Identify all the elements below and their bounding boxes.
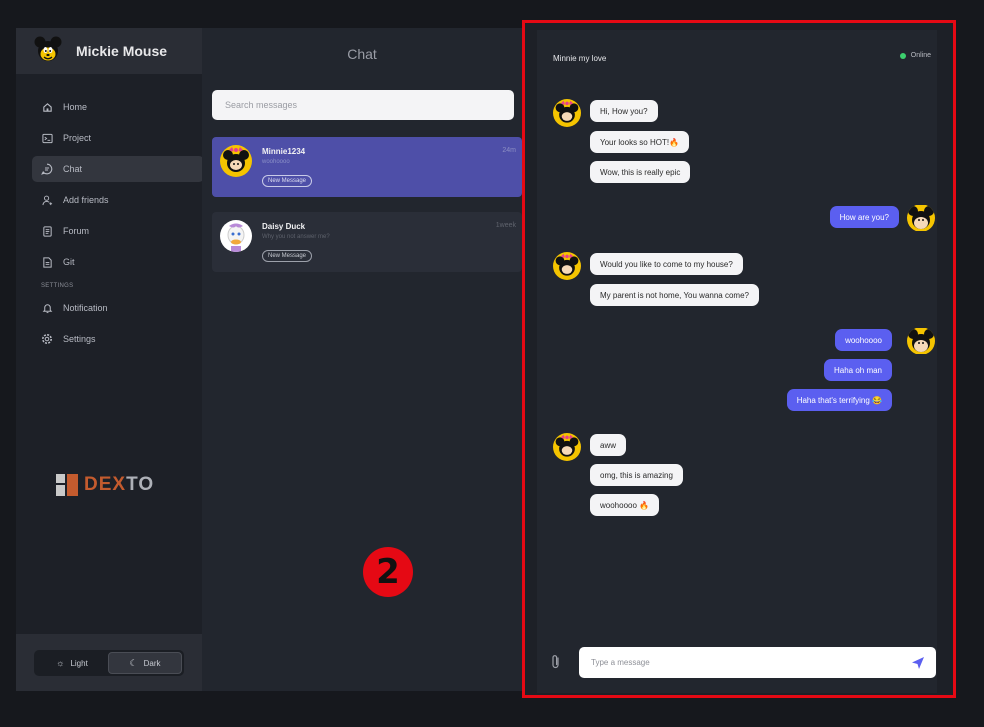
theme-toggle[interactable]: ☼ Light ☾ Dark (34, 650, 184, 676)
nav-item-label: Notification (63, 303, 108, 313)
moon-icon: ☾ (129, 657, 138, 668)
chat-bubble-icon (41, 163, 53, 175)
conversation-preview: Why you not answer me? (262, 234, 330, 240)
daisy-avatar-icon (220, 220, 252, 252)
theme-bar: ☼ Light ☾ Dark (16, 634, 202, 691)
nav-item-settings[interactable]: Settings (32, 326, 204, 352)
light-theme-button[interactable]: ☼ Light (36, 652, 108, 674)
nav-item-label: Project (63, 133, 92, 143)
chat-list: Chat Minnie1234 woohoooo 24m New Message… (202, 28, 522, 691)
nav-item-label: Git (63, 257, 75, 267)
chat-panel: Minnie my love Online Hi, How you? Your … (537, 30, 937, 693)
chat-list-title: Chat (347, 46, 377, 62)
dark-theme-button[interactable]: ☾ Dark (108, 652, 182, 674)
add-user-icon (41, 194, 53, 206)
message-bubble: Hi, How you? (590, 100, 658, 122)
message-bubble: aww (590, 434, 627, 456)
new-message-badge: New Message (262, 175, 313, 187)
nav-item-notification[interactable]: Notification (32, 295, 204, 321)
message-bubble-outgoing: Haha oh man (823, 359, 892, 381)
nav-item-label: Add friends (63, 195, 109, 205)
brand-name: DEXTO (84, 474, 155, 495)
status-indicator: Online (899, 52, 931, 59)
conversation-time: 1week (495, 222, 516, 229)
conversation-name: Minnie1234 (262, 147, 306, 156)
message-bubble: omg, this is amazing (590, 464, 683, 486)
brand-logo: DEXTO (56, 474, 154, 496)
attach-icon[interactable] (550, 654, 562, 670)
message-bubble: woohoooo 🔥 (590, 494, 660, 516)
bell-icon (41, 302, 53, 314)
nav-item-label: Home (63, 102, 88, 112)
light-theme-label: Light (70, 658, 88, 668)
nav-item-add-friends[interactable]: Add friends (32, 187, 204, 213)
minnie-avatar-icon (220, 145, 252, 177)
search-input[interactable] (212, 90, 514, 120)
sidebar: Mickie Mouse Home Project Chat Add frien… (16, 28, 204, 691)
dexto-logo-icon (56, 474, 78, 496)
profile-name: Mickie Mouse (76, 43, 168, 59)
nav-item-project[interactable]: Project (32, 125, 204, 151)
nav-item-label: Forum (63, 226, 90, 236)
send-icon[interactable] (910, 655, 926, 671)
message-bubble-outgoing: woohoooo (835, 329, 892, 351)
message-bubble-outgoing: Haha that's terrifying 😂 (786, 389, 892, 411)
main-nav: Home Project Chat Add friends Forum Git … (32, 94, 204, 357)
conversation-name: Daisy Duck (262, 222, 306, 231)
gear-icon (41, 333, 53, 345)
message-bubble: My parent is not home, You wanna come? (590, 284, 759, 306)
contact-name: Minnie my love (553, 54, 607, 63)
settings-section-label: SETTINGS (41, 283, 74, 289)
document-icon (41, 225, 53, 237)
minnie-avatar-icon (553, 252, 581, 280)
online-dot-icon (899, 52, 906, 59)
home-icon (41, 101, 53, 113)
message-bubble: Would you like to come to my house? (590, 253, 743, 275)
nav-item-git[interactable]: Git (32, 249, 204, 275)
conversation-item-minnie[interactable]: Minnie1234 woohoooo 24m New Message (212, 137, 522, 197)
chat-panel-highlight: Minnie my love Online Hi, How you? Your … (522, 20, 956, 698)
new-message-badge: New Message (262, 250, 313, 262)
profile-header[interactable]: Mickie Mouse (16, 28, 202, 74)
minnie-avatar-icon (553, 433, 581, 461)
sun-icon: ☼ (56, 658, 65, 668)
nav-item-label: Chat (63, 164, 83, 174)
mickey-avatar-icon (907, 204, 935, 232)
message-input[interactable] (579, 647, 899, 678)
message-input-bar (579, 647, 936, 678)
message-bubble: Your looks so HOT!🔥 (590, 131, 690, 153)
nav-item-label: Settings (63, 334, 96, 344)
minnie-avatar-icon (553, 99, 581, 127)
mickey-avatar-icon (907, 327, 935, 355)
message-bubble-outgoing: How are you? (829, 206, 899, 228)
terminal-icon (41, 132, 53, 144)
conversation-time: 24m (502, 147, 516, 154)
conversation-item-daisy[interactable]: Daisy Duck Why you not answer me? 1week … (212, 212, 522, 272)
dark-theme-label: Dark (143, 658, 161, 668)
nav-item-chat[interactable]: Chat (32, 156, 204, 182)
file-text-icon (41, 256, 53, 268)
annotation-badge: 2 (363, 547, 413, 597)
nav-item-home[interactable]: Home (32, 94, 204, 120)
mickey-avatar-icon (34, 36, 62, 67)
message-bubble: Wow, this is really epic (590, 161, 691, 183)
status-text: Online (910, 52, 931, 59)
conversation-preview: woohoooo (262, 159, 290, 165)
nav-item-forum[interactable]: Forum (32, 218, 204, 244)
